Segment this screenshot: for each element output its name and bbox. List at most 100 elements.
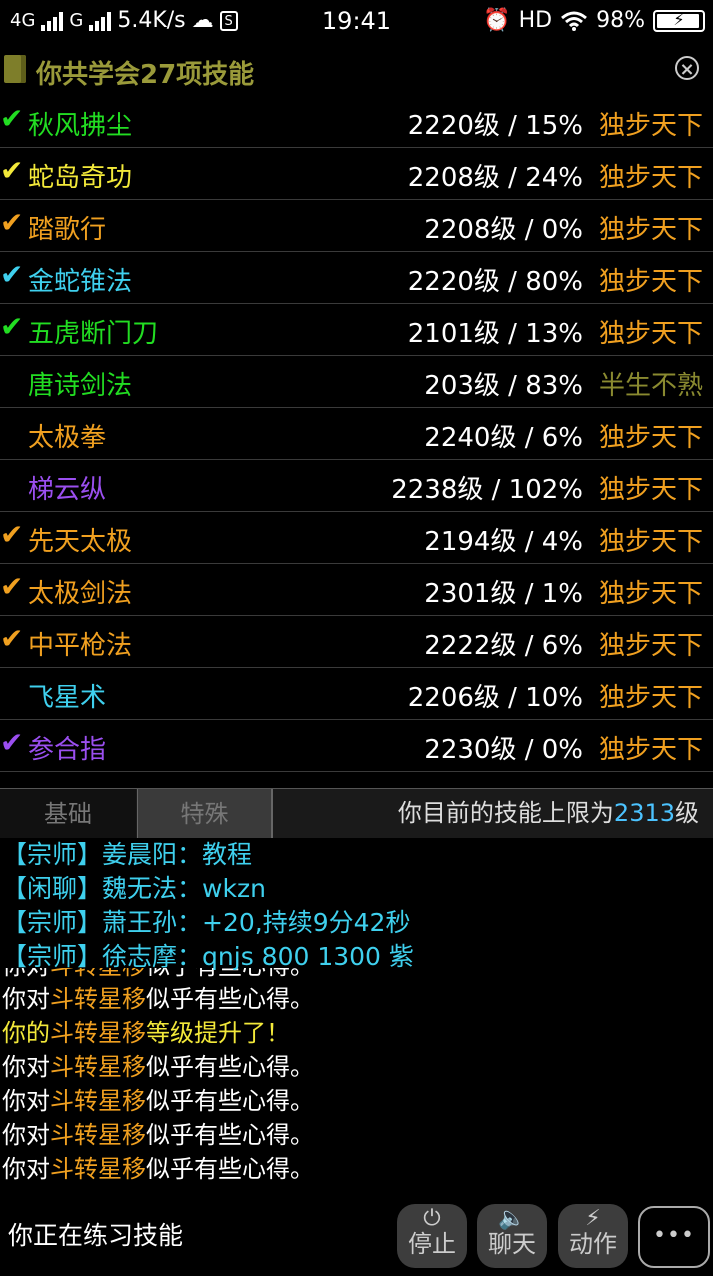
log-line: 你对斗转星移似乎有些心得。 <box>2 1053 314 1081</box>
skill-name: 踏歌行 <box>28 215 107 245</box>
skill-rank: 独步天下 <box>598 215 703 245</box>
skill-limit: 你目前的技能上限为2313级 <box>398 789 699 837</box>
log-line: 你对斗转星移似乎有些心得。 <box>2 1155 314 1183</box>
stop-label: 停止 <box>408 1230 456 1258</box>
skill-level: 2206级 / 10% <box>407 683 583 713</box>
skill-name: 五虎断门刀 <box>28 319 159 349</box>
chat-button[interactable]: 🔈 聊天 <box>477 1204 547 1268</box>
skill-name: 飞星术 <box>28 683 107 713</box>
skill-level: 203级 / 83% <box>424 371 583 401</box>
skill-row[interactable]: ✔ 参合指 2230级 / 0% 独步天下 <box>0 720 713 772</box>
skill-level: 2222级 / 6% <box>424 631 583 661</box>
skill-row[interactable]: 飞星术 2206级 / 10% 独步天下 <box>0 668 713 720</box>
skill-rank: 独步天下 <box>598 475 703 505</box>
chat-panel: 【宗师】姜晨阳：教程 【闲聊】魏无法：wkzn 【宗师】萧王孙：+20,持续9分… <box>0 838 713 971</box>
battery-percent: 98% <box>596 8 645 33</box>
stop-button[interactable]: ⏻ 停止 <box>397 1204 467 1268</box>
skill-rank: 独步天下 <box>598 579 703 609</box>
skill-name: 参合指 <box>28 735 107 765</box>
skill-rank: 独步天下 <box>598 527 703 557</box>
chat-line: 【宗师】萧王孙：+20,持续9分42秒 <box>2 908 411 937</box>
skill-limit-prefix: 你目前的技能上限为 <box>397 799 614 827</box>
check-icon: ✔ <box>0 570 24 603</box>
status-right: ⏰ HD 98% ⚡ <box>483 8 705 33</box>
skill-row[interactable]: ✔ 金蛇锥法 2220级 / 80% 独步天下 <box>0 252 713 304</box>
alarm-icon: ⏰ <box>483 8 511 33</box>
skill-row[interactable]: ✔ 五虎断门刀 2101级 / 13% 独步天下 <box>0 304 713 356</box>
skill-level: 2220级 / 15% <box>407 111 583 141</box>
log-line: 你对斗转星移似乎有些心得。 <box>2 1087 314 1115</box>
skill-row[interactable]: ✔ 踏歌行 2208级 / 0% 独步天下 <box>0 200 713 252</box>
skill-name: 秋风拂尘 <box>28 111 133 141</box>
check-icon: ✔ <box>0 726 24 759</box>
page-title: 你共学会27项技能 <box>36 60 255 90</box>
check-icon: ✔ <box>0 154 24 187</box>
check-icon: ✔ <box>0 310 24 343</box>
skill-rank: 独步天下 <box>598 267 703 297</box>
skills-header: 你共学会27项技能 × <box>0 48 713 94</box>
skill-list[interactable]: ✔ 秋风拂尘 2220级 / 15% 独步天下 ✔ 蛇岛奇功 2208级 / 24% 独步天下… <box>0 96 713 788</box>
practice-status: 你正在练习技能 <box>8 1221 184 1250</box>
chat-label: 聊天 <box>488 1230 536 1258</box>
chat-line: 【宗师】徐志摩：qnjs 800 1300 紫 <box>2 942 414 971</box>
chat-line: 【闲聊】魏无法：wkzn <box>2 874 266 903</box>
skill-rank: 半生不熟 <box>598 371 703 401</box>
log-line: 你对斗转星移似乎有些心得。 <box>2 985 314 1013</box>
check-icon: ✔ <box>0 518 24 551</box>
skill-rank: 独步天下 <box>598 631 703 661</box>
skill-level: 2230级 / 0% <box>424 735 583 765</box>
power-icon: ⏻ <box>423 1206 441 1231</box>
check-icon: ✔ <box>0 206 24 239</box>
message-log: 你对斗转星移似乎有些心得。 你对斗转星移似乎有些心得。 你的斗转星移等级提升了！… <box>0 964 713 1202</box>
skill-level: 2208级 / 0% <box>424 215 583 245</box>
bottom-bar: 你正在练习技能 ⏻ 停止 🔈 聊天 ⚡ 动作 ••• <box>0 1204 713 1276</box>
skill-level: 2101级 / 13% <box>407 319 583 349</box>
speaker-icon: 🔈 <box>498 1206 526 1231</box>
skill-rank: 独步天下 <box>598 423 703 453</box>
skill-row[interactable]: ✔ 太极剑法 2301级 / 1% 独步天下 <box>0 564 713 616</box>
skill-name: 蛇岛奇功 <box>28 163 133 193</box>
skill-row[interactable]: 太极拳 2240级 / 6% 独步天下 <box>0 408 713 460</box>
check-icon: ✔ <box>0 622 24 655</box>
close-icon[interactable]: × <box>675 56 699 80</box>
skill-row[interactable]: ✔ 蛇岛奇功 2208级 / 24% 独步天下 <box>0 148 713 200</box>
skill-rank: 独步天下 <box>598 319 703 349</box>
skill-tabs: 基础 特殊 你目前的技能上限为2313级 <box>0 788 713 840</box>
skill-level: 2301级 / 1% <box>424 579 583 609</box>
log-line: 你对斗转星移似乎有些心得。 <box>2 1121 314 1149</box>
skill-level: 2238级 / 102% <box>391 475 583 505</box>
skill-rank: 独步天下 <box>598 683 703 713</box>
skill-level: 2220级 / 80% <box>407 267 583 297</box>
action-label: 动作 <box>569 1230 617 1258</box>
status-bar: 4G G 5.4K/s ☁ S 19:41 ⏰ HD 98% ⚡ <box>0 0 713 44</box>
skill-name: 太极拳 <box>28 423 107 453</box>
skill-level: 2240级 / 6% <box>424 423 583 453</box>
wifi-icon <box>561 11 588 31</box>
tab-basic[interactable]: 基础 <box>0 789 136 839</box>
battery-icon: ⚡ <box>653 9 705 32</box>
more-button[interactable]: ••• <box>638 1206 710 1268</box>
skill-rank: 独步天下 <box>598 111 703 141</box>
skill-row[interactable]: ✔ 先天太极 2194级 / 4% 独步天下 <box>0 512 713 564</box>
check-icon: ✔ <box>0 102 24 135</box>
action-button[interactable]: ⚡ 动作 <box>558 1204 628 1268</box>
book-icon <box>4 55 26 83</box>
skill-row[interactable]: ✔ 秋风拂尘 2220级 / 15% 独步天下 <box>0 96 713 148</box>
skill-limit-suffix: 级 <box>675 799 699 827</box>
hd-indicator: HD <box>518 8 553 33</box>
skill-rank: 独步天下 <box>598 163 703 193</box>
skill-name: 先天太极 <box>28 527 133 557</box>
skill-name: 中平枪法 <box>28 631 133 661</box>
tab-special[interactable]: 特殊 <box>137 789 273 839</box>
skill-row[interactable]: ✔ 中平枪法 2222级 / 6% 独步天下 <box>0 616 713 668</box>
skill-name: 金蛇锥法 <box>28 267 133 297</box>
skill-level: 2194级 / 4% <box>424 527 583 557</box>
skill-row[interactable]: 梯云纵 2238级 / 102% 独步天下 <box>0 460 713 512</box>
chat-line: 【宗师】姜晨阳：教程 <box>2 840 253 869</box>
check-icon: ✔ <box>0 258 24 291</box>
lightning-icon: ⚡ <box>585 1206 601 1231</box>
skill-row[interactable]: 唐诗剑法 203级 / 83% 半生不熟 <box>0 356 713 408</box>
log-line-levelup: 你的斗转星移等级提升了！ <box>2 1019 290 1047</box>
skill-limit-value: 2313 <box>613 799 675 827</box>
skill-name: 太极剑法 <box>28 579 133 609</box>
